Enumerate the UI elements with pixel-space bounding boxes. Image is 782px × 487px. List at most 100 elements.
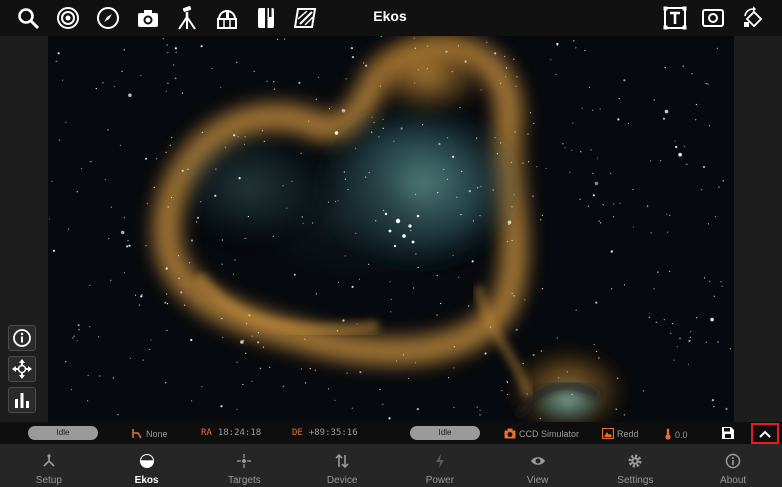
star [65,361,67,363]
image-frame-icon[interactable] [699,4,727,32]
star [592,172,594,174]
star [689,336,691,338]
flat-field-icon[interactable] [292,4,320,32]
info-button[interactable] [8,325,36,351]
star [729,348,732,350]
star [383,209,385,211]
star [457,45,460,47]
star [426,68,428,70]
star [277,38,279,40]
observatory-icon[interactable] [213,4,241,32]
star [417,69,419,71]
star [718,186,720,188]
star [104,178,107,181]
star [128,93,132,97]
star [57,52,60,55]
star [58,139,61,141]
star [245,352,247,354]
nav-ekos[interactable]: Ekos [98,444,196,487]
star [532,195,534,197]
tripod-icon[interactable] [173,4,201,32]
star [619,202,621,204]
filter-status: Redd [602,428,639,439]
star [162,38,164,40]
move-icon [12,359,32,379]
save-icon[interactable] [720,426,736,440]
star [166,329,168,332]
star [243,339,245,341]
nav-power[interactable]: Power [391,444,489,487]
nav-view[interactable]: View [489,444,587,487]
histogram-button[interactable] [8,387,36,413]
star [167,206,169,208]
star [533,122,535,124]
star [48,218,50,220]
star [263,140,265,142]
star [587,205,590,207]
star [610,172,612,174]
star [165,151,167,153]
star [710,317,714,322]
star [402,354,404,356]
temperature-status: 0.0 [664,428,688,440]
star [222,336,224,338]
star [653,99,655,101]
compass-icon[interactable] [94,4,122,32]
star [598,357,600,359]
star [363,62,365,64]
star [528,161,530,163]
star [613,216,615,218]
nav-settings[interactable]: Settings [587,444,685,487]
nav-targets[interactable]: Targets [196,444,294,487]
star [702,165,706,169]
star [515,85,517,87]
notebook-icon[interactable] [252,4,280,32]
star [662,117,666,120]
star [138,304,140,306]
star [721,285,723,287]
star [390,298,392,301]
star [573,40,575,42]
star [461,170,463,172]
star [479,414,481,416]
expand-panel-button[interactable] [751,423,779,444]
star [427,45,429,47]
nav-device[interactable]: Device [293,444,391,487]
star [506,241,509,243]
star [200,201,202,203]
rotate-view-icon[interactable] [739,4,767,32]
star [505,76,507,78]
search-icon[interactable] [14,4,42,32]
star [165,267,168,270]
star [505,67,508,69]
star [579,198,581,200]
star [382,127,384,129]
star [705,83,707,85]
star [378,136,380,138]
star [368,172,370,174]
star [90,161,92,163]
info-icon [13,329,31,347]
star [359,371,362,374]
fits-image-view[interactable] [48,36,734,422]
text-overlay-icon[interactable] [661,4,689,32]
camera-icon[interactable] [134,4,162,32]
star [500,142,502,144]
star [445,50,448,53]
move-button[interactable] [8,356,36,382]
nav-settings-label: Settings [617,475,654,486]
nav-about[interactable]: About [684,444,782,487]
star [648,316,650,318]
histogram-icon [15,393,29,408]
guide-status: None [132,428,168,439]
star [342,319,345,322]
star [453,406,455,409]
target-icon[interactable] [54,4,82,32]
star [99,375,101,377]
star [580,151,582,153]
nav-setup[interactable]: Setup [0,444,98,487]
de-value: +89:35:16 [308,428,358,438]
star [110,206,112,208]
star [722,180,724,182]
nav-power-label: Power [425,475,455,486]
